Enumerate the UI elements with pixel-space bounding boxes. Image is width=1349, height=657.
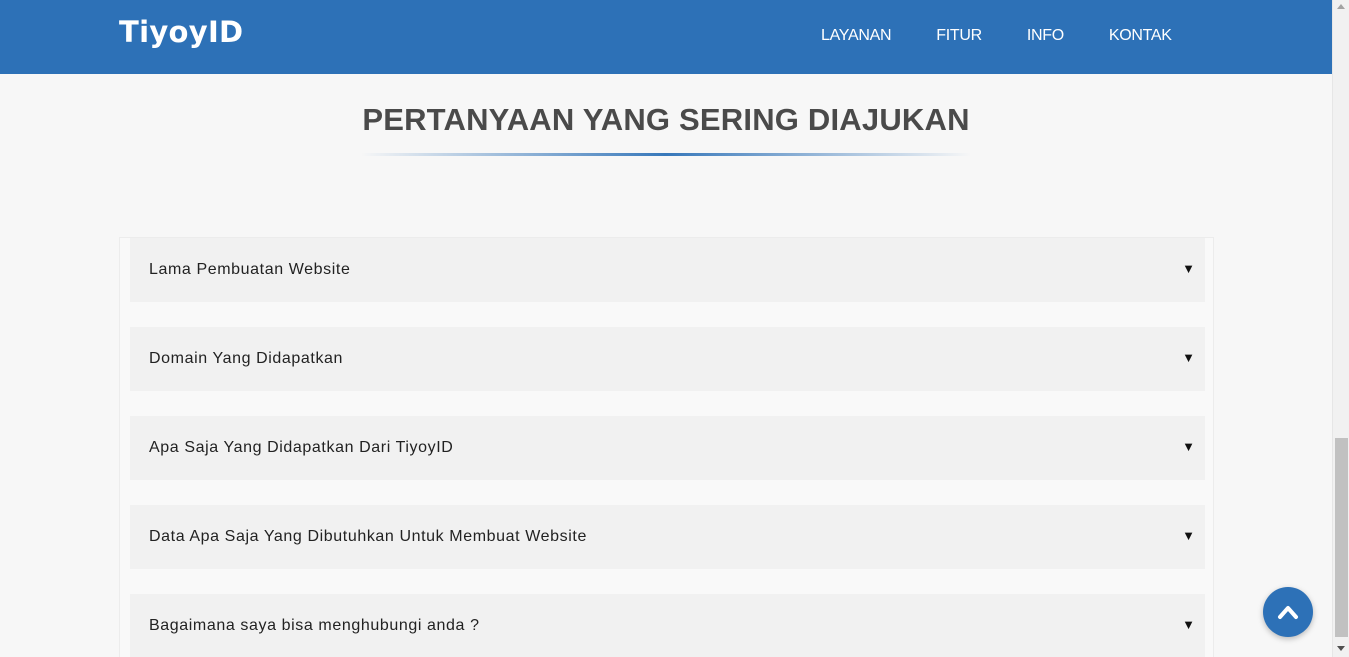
faq-item-menghubungi[interactable]: Bagaimana saya bisa menghubungi anda ? ▼ <box>130 594 1205 657</box>
faq-item-domain[interactable]: Domain Yang Didapatkan ▼ <box>130 327 1205 391</box>
scroll-down-arrow-icon[interactable] <box>1337 646 1345 651</box>
title-underline <box>361 153 971 156</box>
nav-link-kontak[interactable]: KONTAK <box>1109 27 1172 45</box>
faq-question: Domain Yang Didapatkan <box>149 350 344 367</box>
faq-item-data-dibutuhkan[interactable]: Data Apa Saja Yang Dibutuhkan Untuk Memb… <box>130 505 1205 569</box>
navbar: TiyoyID LAYANAN FITUR INFO KONTAK <box>0 0 1332 74</box>
brand-logo[interactable]: TiyoyID <box>119 15 243 49</box>
scroll-up-arrow-icon[interactable] <box>1337 4 1345 9</box>
faq-item-apa-saja[interactable]: Apa Saja Yang Didapatkan Dari TiyoyID ▼ <box>130 416 1205 480</box>
nav-link-fitur[interactable]: FITUR <box>936 27 982 45</box>
faq-question: Data Apa Saja Yang Dibutuhkan Untuk Memb… <box>149 528 587 545</box>
caret-down-icon: ▼ <box>1182 528 1195 543</box>
caret-down-icon: ▼ <box>1182 261 1195 276</box>
scrollbar-thumb[interactable] <box>1335 438 1348 637</box>
faq-question: Bagaimana saya bisa menghubungi anda ? <box>149 617 480 634</box>
faq-question: Lama Pembuatan Website <box>149 261 351 278</box>
faq-list: Lama Pembuatan Website ▼ Domain Yang Did… <box>119 237 1214 657</box>
faq-title: PERTANYAAN YANG SERING DIAJUKAN <box>362 102 970 137</box>
vertical-scrollbar[interactable] <box>1332 0 1349 657</box>
chevron-up-icon <box>1278 606 1298 619</box>
page: TiyoyID LAYANAN FITUR INFO KONTAK PERTAN… <box>0 0 1332 657</box>
caret-down-icon: ▼ <box>1182 350 1195 365</box>
back-to-top-button[interactable] <box>1263 587 1313 637</box>
nav-link-info[interactable]: INFO <box>1027 27 1064 45</box>
faq-question: Apa Saja Yang Didapatkan Dari TiyoyID <box>149 439 454 456</box>
nav-menu: LAYANAN FITUR INFO KONTAK <box>821 27 1172 45</box>
faq-item-lama-pembuatan[interactable]: Lama Pembuatan Website ▼ <box>130 238 1205 302</box>
caret-down-icon: ▼ <box>1182 439 1195 454</box>
caret-down-icon: ▼ <box>1182 617 1195 632</box>
nav-link-layanan[interactable]: LAYANAN <box>821 27 892 45</box>
